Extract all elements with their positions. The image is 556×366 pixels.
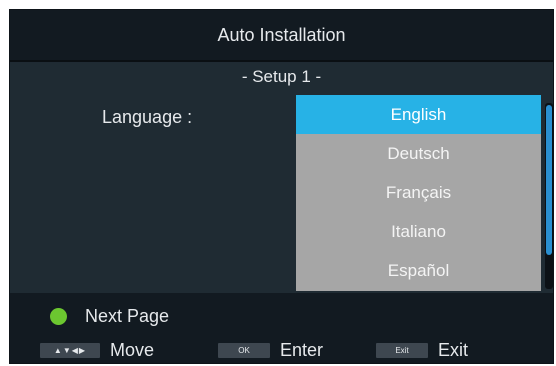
language-option-francais[interactable]: Français (296, 173, 541, 212)
next-page-label: Next Page (85, 306, 170, 326)
scrollbar-thumb[interactable] (546, 105, 552, 255)
ok-key-icon: OK (218, 342, 270, 358)
main-panel: - Setup 1 - Language : English Deutsch F… (10, 63, 553, 293)
green-button-icon (50, 307, 67, 325)
language-label: Language : (102, 107, 193, 127)
exit-key-icon: Exit (376, 342, 428, 358)
language-option-english[interactable]: English (296, 95, 541, 135)
setup-step-subtitle: - Setup 1 - (241, 67, 322, 86)
move-label: Move (110, 340, 155, 360)
exit-hint: Exit Exit (376, 339, 468, 361)
arrow-keys-icon: ▲▼◀▶ (40, 342, 100, 358)
enter-label: Enter (280, 340, 324, 360)
footer-bar: Next Page ▲▼◀▶ Move OK Enter Exit Exit (10, 293, 553, 363)
language-list-scrollbar[interactable] (545, 103, 553, 289)
language-list[interactable]: English Deutsch Français Italiano Españo… (296, 95, 541, 291)
osd-screen: Auto Installation - Setup 1 - Language :… (9, 9, 554, 364)
language-option-espanol[interactable]: Español (296, 252, 541, 291)
exit-label: Exit (438, 340, 469, 360)
next-page-hint[interactable]: Next Page (50, 305, 169, 327)
page-title: Auto Installation (217, 24, 346, 45)
enter-hint: OK Enter (218, 339, 323, 361)
language-option-deutsch[interactable]: Deutsch (296, 134, 541, 173)
title-bar: Auto Installation (10, 10, 553, 62)
move-hint: ▲▼◀▶ Move (40, 339, 154, 361)
language-option-italiano[interactable]: Italiano (296, 213, 541, 252)
